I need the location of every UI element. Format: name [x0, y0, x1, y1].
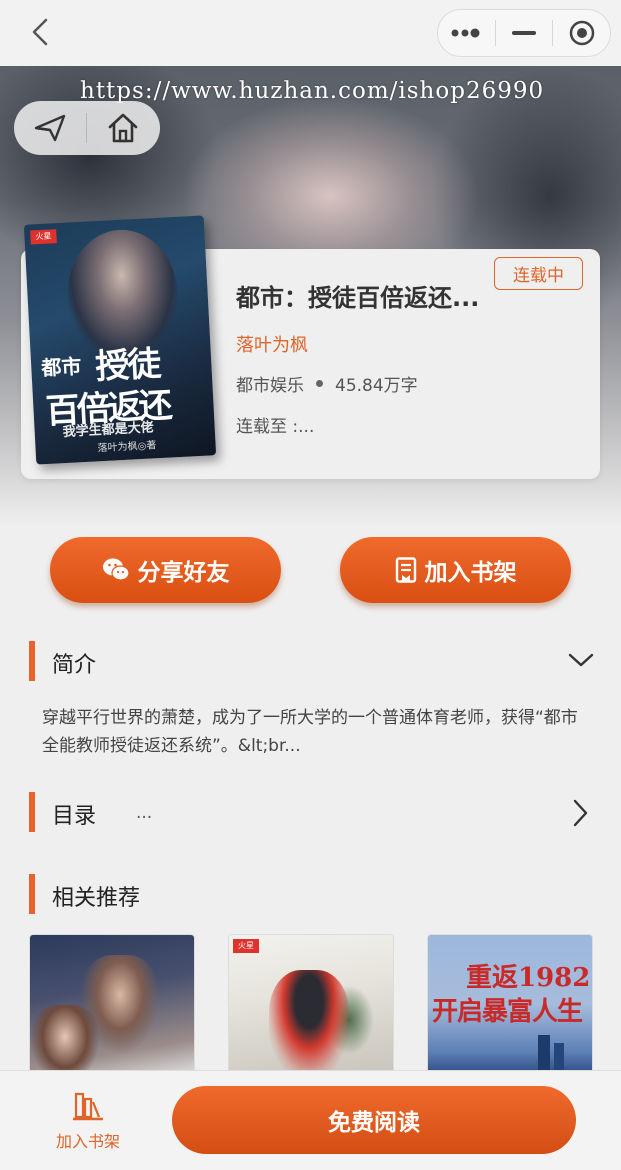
meta-separator-dot	[316, 380, 323, 387]
recommend-book-cover[interactable]: 火星	[228, 934, 394, 1074]
book-title: 都市：授徒百倍返还...	[236, 284, 480, 312]
cover-illustration	[269, 970, 349, 1073]
top-bar	[0, 0, 621, 66]
book-word-count: 45.84万字	[335, 376, 418, 396]
bookmark-book-icon	[395, 557, 416, 583]
recommend-section-bar	[29, 874, 35, 914]
book-meta: 都市娱乐 45.84万字	[236, 371, 418, 396]
more-dots-icon[interactable]	[438, 10, 495, 56]
toc-section-bar	[29, 792, 35, 832]
book-cover[interactable]: 火星 都市 授徒 百倍返还 我学生都是大佬 落叶为枫◎著	[23, 215, 217, 465]
intro-heading: 简介	[52, 653, 97, 678]
mini-program-capsule	[437, 9, 611, 57]
recommend-heading: 相关推荐	[52, 886, 141, 911]
cover-title-line-2: 开启暴富人生	[432, 997, 583, 1027]
book-category: 都市娱乐	[236, 376, 304, 396]
add-to-shelf-button[interactable]: 加入书架	[340, 537, 571, 603]
recommend-book-cover[interactable]: 重返1982 开启暴富人生	[427, 934, 593, 1074]
intro-text: 穿越平行世界的萧楚，成为了一所大学的一个普通体育老师，获得“都市全能教师授徒返还…	[42, 708, 578, 756]
cover-title-a: 都市	[40, 354, 82, 381]
chevron-down-icon[interactable]	[568, 650, 594, 670]
share-arrow-icon[interactable]	[14, 101, 86, 155]
cover-publisher-badge: 火星	[233, 939, 259, 953]
share-friends-button[interactable]: 分享好友	[50, 537, 281, 603]
cover-author: 落叶为枫◎著	[97, 440, 157, 455]
toc-preview[interactable]: ...	[136, 803, 152, 823]
cover-illustration	[538, 1035, 550, 1073]
bottom-add-to-shelf-label: 加入书架	[55, 1132, 120, 1151]
chevron-left-icon[interactable]	[26, 14, 56, 50]
chevron-right-icon[interactable]	[571, 799, 589, 827]
share-friends-label: 分享好友	[137, 560, 230, 586]
bookshelf-icon	[73, 1092, 103, 1121]
cover-publisher-badge: 火星	[30, 229, 57, 245]
cover-illustration	[30, 1005, 100, 1073]
free-read-button[interactable]: 免费阅读	[172, 1086, 576, 1154]
status-badge: 连载中	[494, 257, 583, 290]
book-update-status: 连载至 :...	[236, 417, 315, 437]
book-author[interactable]: 落叶为枫	[236, 331, 308, 357]
toc-heading[interactable]: 目录	[52, 798, 96, 830]
intro-section-bar	[29, 641, 35, 681]
home-icon[interactable]	[87, 101, 159, 155]
minimize-icon[interactable]	[496, 10, 553, 56]
nav-pill	[14, 101, 160, 155]
bottom-add-to-shelf[interactable]: 加入书架	[40, 1090, 136, 1160]
add-to-shelf-label: 加入书架	[424, 560, 517, 586]
cover-title-line-1: 重返1982	[466, 963, 591, 993]
target-circle-icon[interactable]	[553, 10, 610, 56]
wechat-icon	[102, 558, 130, 581]
recommend-book-cover[interactable]	[29, 934, 195, 1074]
